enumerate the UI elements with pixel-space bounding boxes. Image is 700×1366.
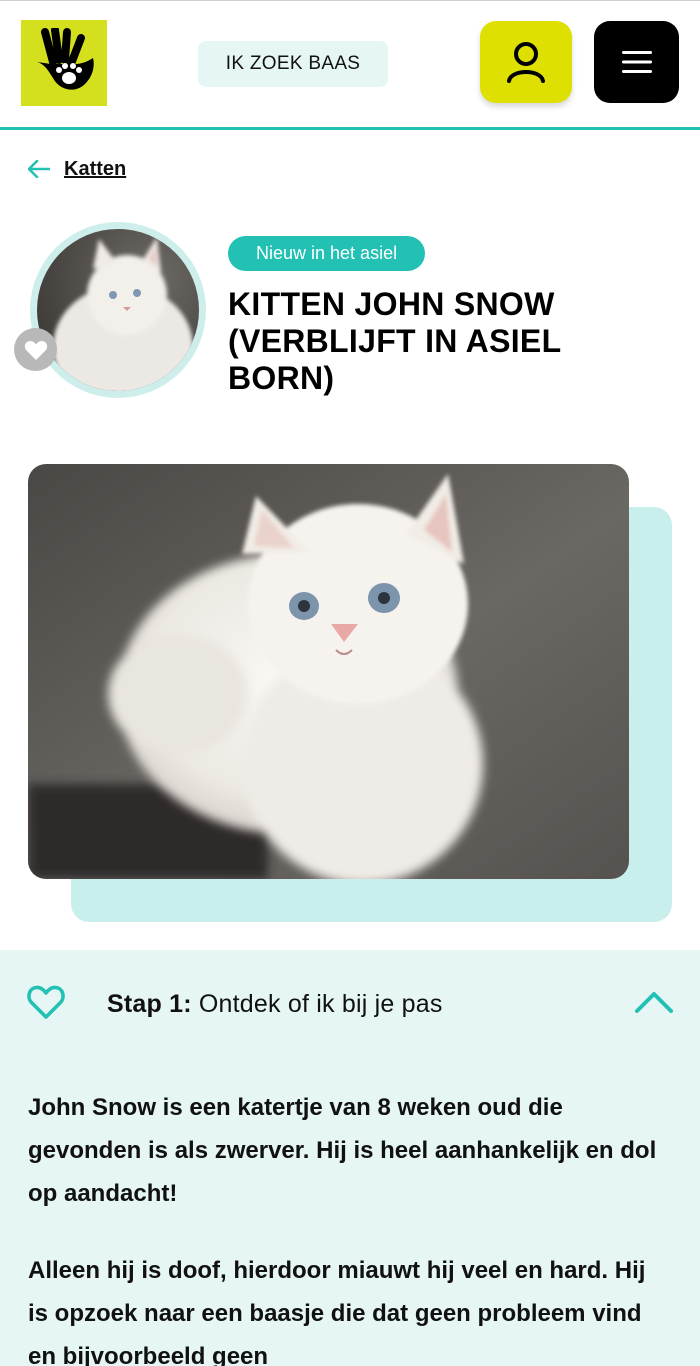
animal-description: John Snow is een katertje van 8 weken ou… [28,1086,668,1366]
step-1-title: Stap 1: Ontdek of ik bij je pas [107,990,443,1019]
avatar [37,229,199,391]
arrow-left-icon [28,160,50,178]
animal-photo[interactable] [28,464,629,879]
heart-icon [24,340,47,360]
step-number: Stap 1: [107,990,192,1018]
favorite-button[interactable] [14,328,57,371]
step-label: Ontdek of ik bij je pas [198,990,443,1018]
chevron-up-icon[interactable] [635,990,673,1014]
step-panel: Stap 1: Ontdek of ik bij je pas John Sno… [0,950,700,1366]
description-paragraph-2: Alleen hij is doof, hierdoor miauwt hij … [28,1257,646,1366]
breadcrumb[interactable]: Katten [28,156,126,182]
heart-outline-icon [27,985,65,1019]
search-owner-button[interactable]: IK ZOEK BAAS [198,41,388,87]
account-button[interactable] [480,21,572,103]
user-icon [507,42,545,83]
site-logo[interactable] [21,20,107,106]
step-1-header[interactable]: Stap 1: Ontdek of ik bij je pas [0,950,700,1060]
menu-button[interactable] [594,21,679,103]
page-title: KITTEN JOHN SNOW (VERBLIJFT IN ASIEL BOR… [228,286,561,396]
breadcrumb-back-link[interactable]: Katten [64,158,126,181]
hamburger-menu-icon [621,51,652,73]
status-badge: Nieuw in het asiel [228,236,426,271]
description-paragraph-1: John Snow is een katertje van 8 weken ou… [28,1094,657,1207]
hand-paw-logo-icon [37,28,94,90]
site-header: IK ZOEK BAAS [0,0,700,130]
